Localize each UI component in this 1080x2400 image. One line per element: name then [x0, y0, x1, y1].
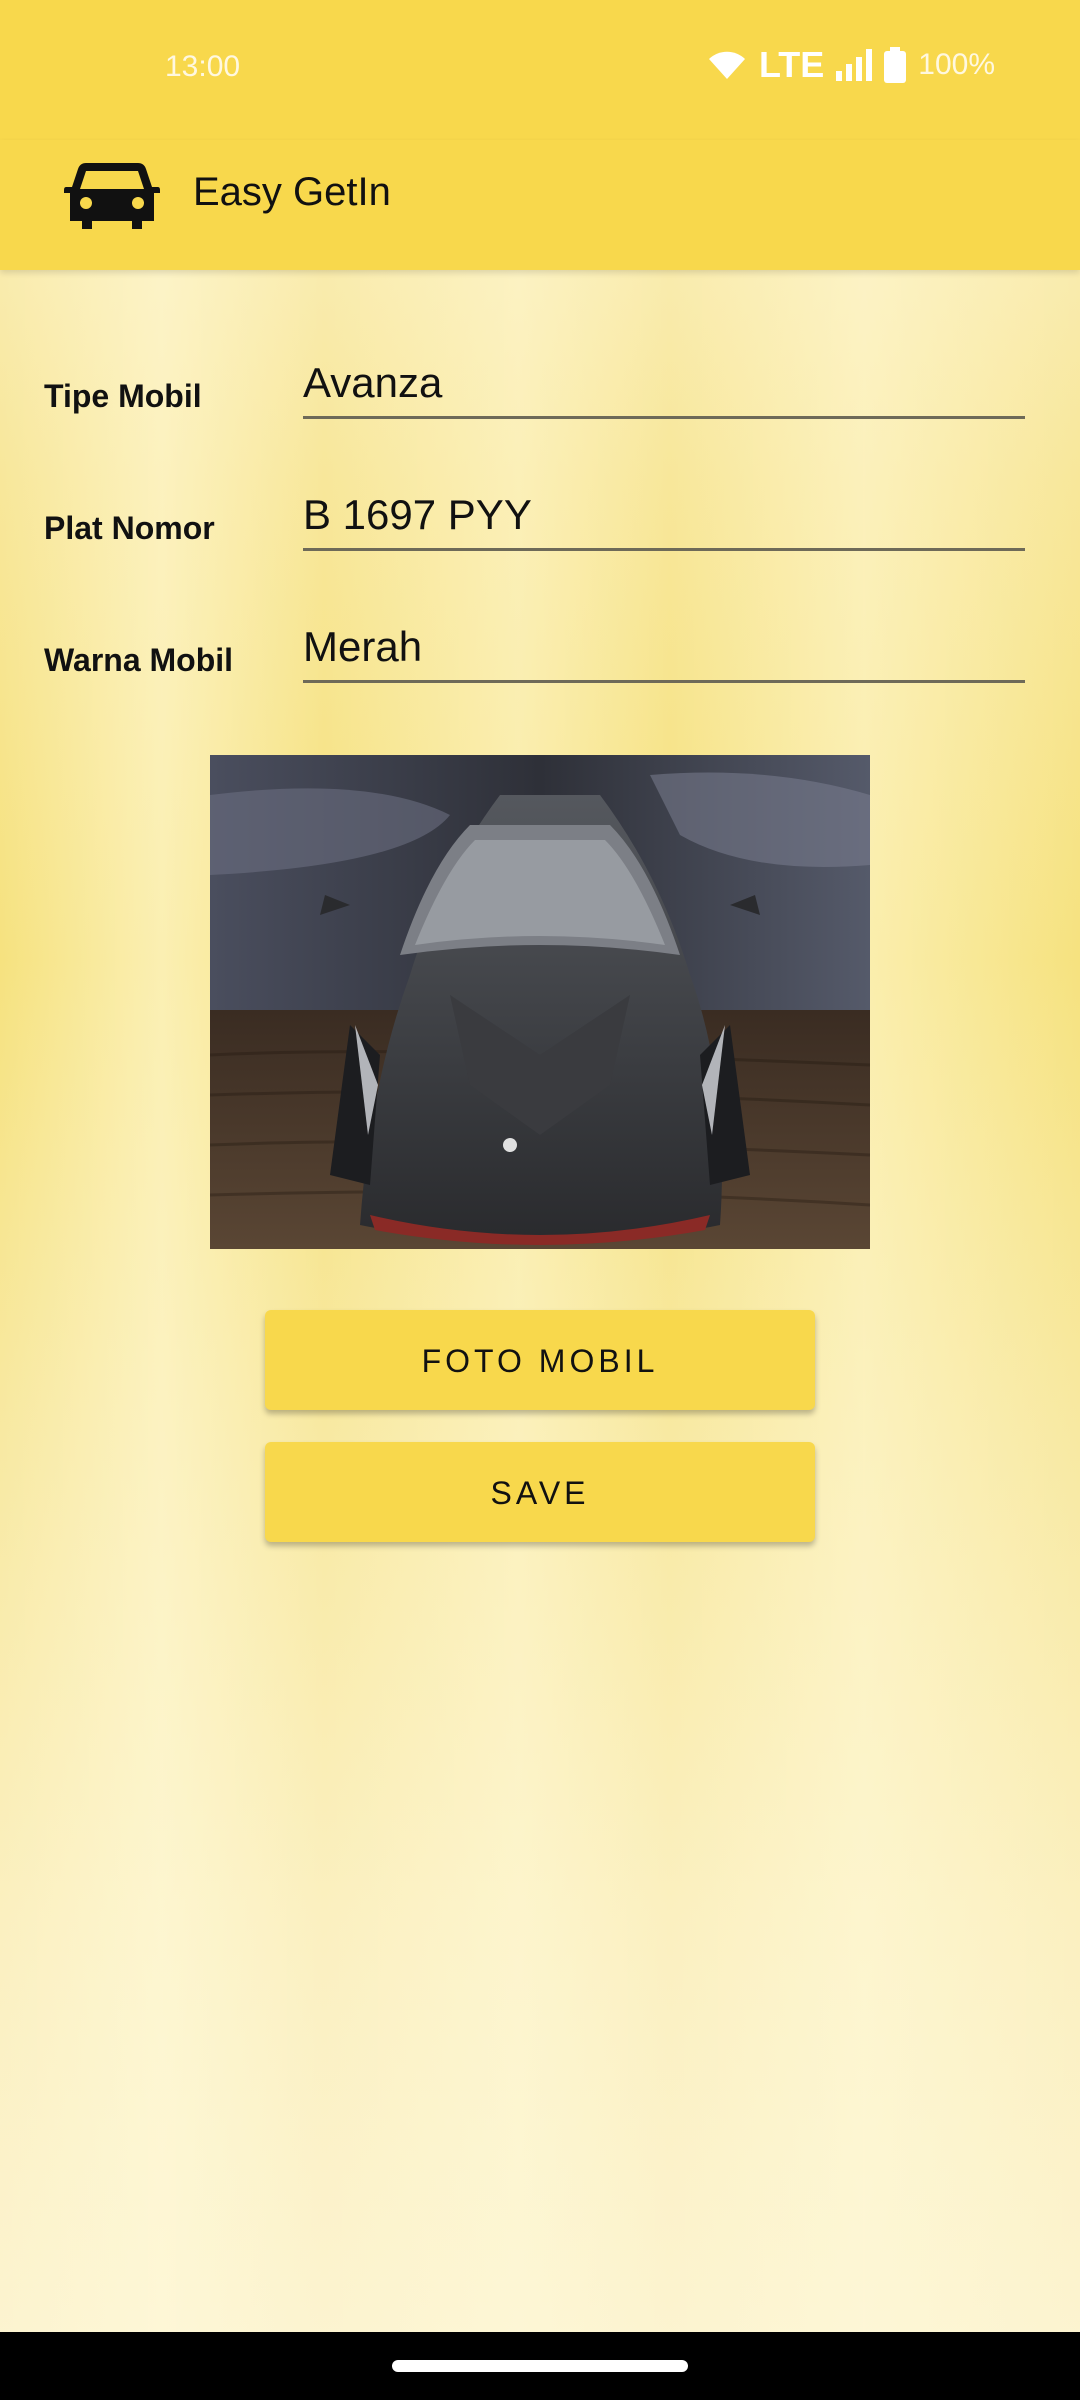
plat-nomor-input[interactable]: [303, 482, 1025, 551]
tipe-mobil-input[interactable]: [303, 350, 1025, 419]
wifi-icon: [708, 51, 745, 79]
warna-mobil-label: Warna Mobil: [44, 642, 234, 678]
plat-nomor-row: Plat Nomor: [0, 472, 1080, 572]
save-button[interactable]: SAVE: [265, 1442, 815, 1542]
navigation-bar: [0, 2332, 1080, 2400]
status-icons: LTE 100%: [707, 44, 995, 86]
warna-mobil-input[interactable]: [303, 614, 1025, 683]
foto-mobil-button[interactable]: FOTO MOBIL: [265, 1310, 815, 1410]
app-title: Easy GetIn: [193, 170, 391, 214]
battery-percent: 100%: [918, 48, 995, 81]
tipe-mobil-row: Tipe Mobil: [0, 340, 1080, 440]
battery-icon: [884, 47, 907, 83]
plat-nomor-label: Plat Nomor: [44, 510, 215, 546]
app-bar: Easy GetIn: [0, 140, 1080, 270]
status-bar: 13:00 LTE 100%: [0, 0, 1080, 140]
signal-icon: [836, 49, 873, 81]
status-time: 13:00: [165, 50, 241, 83]
network-type: LTE: [758, 44, 825, 85]
tipe-mobil-label: Tipe Mobil: [44, 378, 202, 414]
car-icon: [64, 163, 160, 229]
car-photo: [210, 755, 870, 1249]
home-indicator[interactable]: [392, 2360, 688, 2372]
warna-mobil-row: Warna Mobil: [0, 604, 1080, 704]
